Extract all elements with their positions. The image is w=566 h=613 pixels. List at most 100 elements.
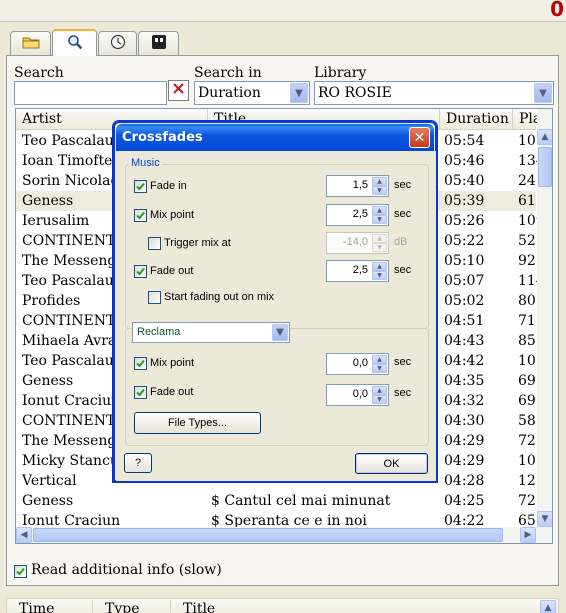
clear-x-icon (172, 82, 185, 99)
fade-in-checkbox[interactable] (134, 180, 147, 193)
hscroll-thumb[interactable] (33, 528, 503, 542)
tab-cartwall[interactable] (138, 31, 179, 55)
cell-plays: 61 (518, 193, 536, 209)
clock-icon (110, 34, 126, 54)
spin-up-icon[interactable]: ▲ (372, 386, 387, 395)
cell-duration: 05:39 (444, 193, 485, 209)
mix-point-2-label: Mix point (150, 357, 195, 369)
cell-plays: 121 (518, 473, 538, 489)
cell-plays: 58 (518, 413, 536, 429)
spin-up-icon[interactable]: ▲ (372, 262, 387, 271)
queue-column-type[interactable]: Type (93, 600, 171, 613)
fade-in-unit: sec (394, 179, 412, 191)
spin-up-icon[interactable]: ▲ (372, 177, 387, 186)
scroll-right-icon[interactable]: ▶ (520, 527, 536, 543)
tab-files[interactable] (10, 31, 51, 55)
cell-plays: 109 (518, 213, 538, 229)
spin-down-icon[interactable]: ▼ (372, 395, 387, 404)
cell-plays: 85 (518, 333, 536, 349)
chevron-down-icon[interactable]: ▼ (272, 324, 288, 341)
trigger-mix-unit: dB (394, 236, 408, 248)
cell-plays: 69 (518, 393, 536, 409)
spin-down-icon[interactable]: ▼ (372, 364, 387, 373)
tab-history[interactable] (98, 31, 137, 55)
trigger-mix-checkbox[interactable] (148, 237, 161, 250)
fade-in-spinner[interactable]: 1,5 ▲ ▼ (326, 175, 389, 197)
read-info-checkbox[interactable] (14, 565, 27, 578)
spin-up-icon: ▲ (372, 234, 387, 243)
fade-in-label: Fade in (150, 180, 187, 192)
library-label: Library (314, 65, 367, 81)
cell-plays: 92 (518, 253, 536, 269)
cell-plays: 134 (518, 153, 538, 169)
library-value: RO ROSIE (318, 85, 392, 101)
mix-point-spinner[interactable]: 2,5 ▲ ▼ (326, 204, 389, 226)
column-header-plays[interactable]: Pla (513, 109, 541, 130)
spin-up-icon[interactable]: ▲ (372, 206, 387, 215)
cell-duration: 04:30 (444, 413, 485, 429)
ok-button[interactable]: OK (355, 453, 428, 474)
spin-down-icon[interactable]: ▼ (372, 215, 387, 224)
cell-duration: 04:29 (444, 433, 485, 449)
mix-point-2-unit: sec (394, 356, 412, 368)
search-input[interactable] (14, 81, 167, 105)
cell-plays: 101 (518, 133, 538, 149)
top-strip (0, 0, 566, 22)
cell-duration: 04:32 (444, 393, 485, 409)
fade-out-spinner[interactable]: 2,5 ▲ ▼ (326, 260, 389, 282)
cell-plays: 105 (518, 353, 538, 369)
column-header-duration[interactable]: Duration (440, 109, 513, 130)
cell-duration: 04:29 (444, 453, 485, 469)
spin-down-icon[interactable]: ▼ (372, 271, 387, 280)
dialog-title: Crossfades (122, 130, 203, 145)
cell-plays: 71 (518, 313, 536, 329)
horizontal-scrollbar[interactable]: ◀ ▶ (16, 527, 537, 543)
tab-search[interactable] (52, 29, 97, 56)
trigger-mix-value: -14,0 (342, 236, 368, 248)
read-info-label: Read additional info (slow) (31, 562, 222, 578)
queue-column-time[interactable]: Time (7, 600, 93, 613)
cell-duration: 04:35 (444, 373, 485, 389)
vertical-scrollbar[interactable]: ▲ ▼ (537, 109, 552, 543)
chevron-down-icon[interactable]: ▼ (290, 83, 308, 103)
cell-duration: 04:28 (444, 473, 485, 489)
scroll-left-icon[interactable]: ◀ (16, 527, 32, 543)
library-select[interactable]: RO ROSIE ▼ (314, 81, 554, 105)
spin-up-icon[interactable]: ▲ (372, 355, 387, 364)
mix-point-unit: sec (394, 208, 412, 220)
start-fading-checkbox[interactable] (148, 291, 161, 304)
queue-column-title[interactable]: Title (171, 600, 531, 613)
cell-duration: 05:46 (444, 153, 485, 169)
search-in-select[interactable]: Duration ▼ (194, 81, 310, 105)
fade-out-2-checkbox[interactable] (134, 386, 147, 399)
help-button[interactable]: ? (124, 453, 152, 473)
mix-point-checkbox[interactable] (134, 209, 147, 222)
scroll-thumb[interactable] (538, 147, 552, 187)
table-row[interactable]: Geness $ Cantul cel mai minunat 04:25 72 (16, 491, 536, 511)
close-icon[interactable]: ✕ (409, 127, 430, 148)
spin-down-icon[interactable]: ▼ (372, 186, 387, 195)
file-types-button[interactable]: File Types... (134, 412, 261, 434)
cell-duration: 05:10 (444, 253, 485, 269)
cassette-icon (151, 34, 167, 54)
fade-out-2-spinner[interactable]: 0,0 ▲ ▼ (326, 384, 389, 406)
cell-plays: 69 (518, 373, 536, 389)
scroll-down-icon[interactable]: ▼ (537, 511, 552, 527)
cell-duration: 05:26 (444, 213, 485, 229)
spin-down-icon: ▼ (372, 243, 387, 252)
queue-header: Time Type Title ▲ (6, 598, 559, 613)
mix-point-2-checkbox[interactable] (134, 357, 147, 370)
scroll-up-icon[interactable]: ▲ (540, 600, 556, 613)
scroll-up-icon[interactable]: ▲ (537, 129, 552, 145)
chevron-down-icon[interactable]: ▼ (534, 83, 552, 103)
dialog-titlebar[interactable]: Crossfades ✕ (116, 124, 434, 151)
mix-point-2-value: 0,0 (352, 357, 368, 369)
mix-point-2-spinner[interactable]: 0,0 ▲ ▼ (326, 353, 389, 375)
fade-out-2-unit: sec (394, 387, 412, 399)
clear-search-button[interactable] (168, 80, 189, 101)
dialog-body: Music Fade in 1,5 ▲ ▼ sec Mix point 2,5 … (116, 151, 436, 481)
fade-out-checkbox[interactable] (134, 265, 147, 278)
type-select[interactable]: Reclama ▼ (132, 322, 290, 343)
trigger-mix-label: Trigger mix at (164, 237, 231, 249)
fade-out-value: 2,5 (352, 264, 368, 276)
